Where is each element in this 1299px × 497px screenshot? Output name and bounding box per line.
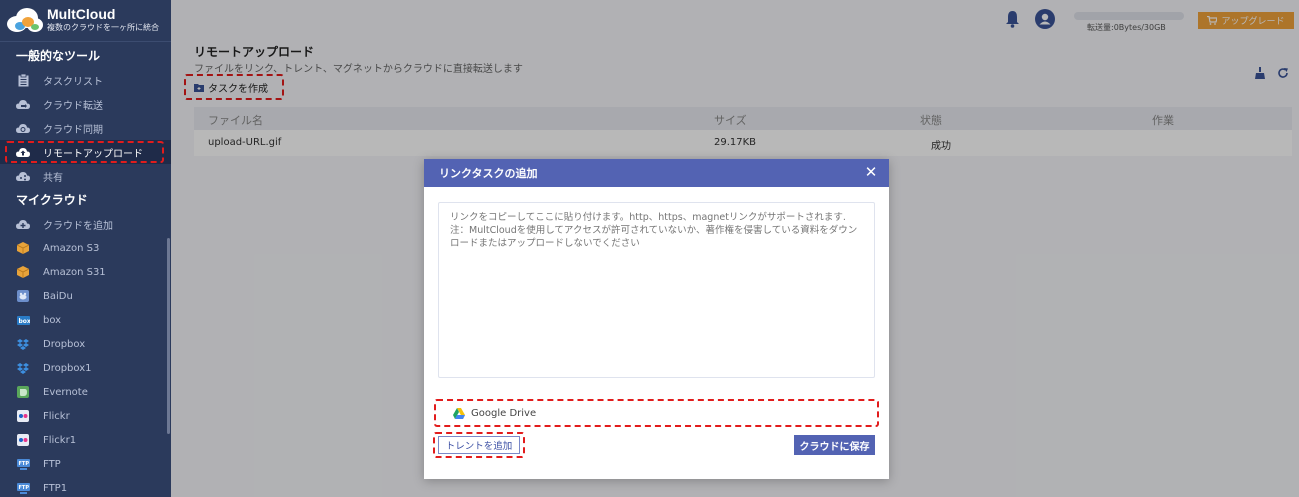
baidu-icon: [16, 289, 30, 303]
cloud-add-icon: [16, 217, 30, 231]
destination-cloud-select[interactable]: Google Drive: [434, 399, 879, 427]
sidebar-item-flickr[interactable]: Flickr: [0, 404, 171, 428]
cloud-transfer-icon: [16, 97, 30, 111]
sidebar-item-label: タスクリスト: [43, 76, 103, 88]
ftp-icon: FTP: [16, 457, 30, 471]
close-icon[interactable]: ✕: [863, 165, 879, 181]
add-link-task-dialog: リンクタスクの追加 ✕ Google Drive トレントを追加 クラウドに保存: [424, 159, 889, 479]
sidebar-item-baidu[interactable]: BaiDu: [0, 284, 171, 308]
sidebar-item-label: FTP1: [43, 482, 68, 494]
sidebar-item-box[interactable]: box box: [0, 308, 171, 332]
sidebar-item-amazon-s3[interactable]: Amazon S3: [0, 236, 171, 260]
app-tagline: 複数のクラウドを一ヶ所に統合: [47, 23, 159, 32]
sidebar-item-label: Dropbox: [43, 338, 86, 350]
sidebar-item-label: Evernote: [43, 386, 88, 398]
logo[interactable]: MultCloud 複数のクラウドを一ヶ所に統合: [0, 0, 171, 40]
cloud-share-icon: [16, 169, 30, 183]
sidebar-item-label: BaiDu: [43, 290, 73, 302]
section-general-tools: 一般的なツール: [16, 49, 101, 63]
sidebar-item-share[interactable]: 共有: [0, 164, 171, 188]
app-name: MultCloud: [47, 6, 116, 22]
sidebar-item-evernote[interactable]: Evernote: [0, 380, 171, 404]
sidebar-item-amazon-s31[interactable]: Amazon S31: [0, 260, 171, 284]
sidebar-item-label: クラウド転送: [43, 100, 103, 112]
cloud-sync-icon: [16, 121, 30, 135]
sidebar-divider: [0, 41, 171, 42]
sidebar-item-label: box: [43, 314, 62, 326]
evernote-icon: [16, 385, 30, 399]
section-my-clouds: マイクラウド: [16, 193, 88, 207]
sidebar-item-label: FTP: [43, 458, 61, 470]
sidebar-item-label: Flickr: [43, 410, 70, 422]
sidebar-item-label: クラウドを追加: [43, 220, 113, 232]
sidebar-item-task-list[interactable]: タスクリスト: [0, 68, 171, 92]
sidebar-item-remote-upload[interactable]: リモートアップロード: [0, 140, 171, 164]
svg-text:FTP: FTP: [18, 461, 29, 467]
destination-label: Google Drive: [471, 407, 537, 419]
clipboard-icon: [16, 73, 30, 87]
flickr-icon: [16, 433, 30, 447]
sidebar-item-ftp[interactable]: FTP FTP: [0, 452, 171, 476]
dropbox-icon: [16, 337, 30, 351]
amazon-s3-icon: [16, 265, 30, 279]
svg-text:FTP: FTP: [18, 485, 29, 491]
sidebar-item-label: Amazon S31: [43, 266, 106, 278]
highlight-box: [5, 141, 164, 163]
google-drive-icon: [453, 407, 465, 419]
sidebar-item-label: Flickr1: [43, 434, 77, 446]
svg-text:box: box: [18, 318, 30, 325]
add-torrent-button[interactable]: トレントを追加: [438, 436, 520, 454]
dropbox-icon: [16, 361, 30, 375]
ftp-icon: FTP: [16, 481, 30, 495]
save-to-cloud-button[interactable]: クラウドに保存: [794, 435, 875, 455]
sidebar: MultCloud 複数のクラウドを一ヶ所に統合 一般的なツール タスクリスト …: [0, 0, 171, 497]
sidebar-item-label: 共有: [43, 172, 63, 184]
dialog-title: リンクタスクの追加: [439, 167, 538, 180]
sidebar-item-cloud-transfer[interactable]: クラウド転送: [0, 92, 171, 116]
sidebar-item-dropbox[interactable]: Dropbox: [0, 332, 171, 356]
multcloud-logo-icon: [7, 8, 43, 32]
dialog-header: リンクタスクの追加 ✕: [424, 159, 889, 187]
sidebar-scrollbar[interactable]: [167, 238, 170, 434]
box-icon: box: [16, 313, 30, 327]
sidebar-item-ftp1[interactable]: FTP FTP1: [0, 476, 171, 497]
sidebar-item-add-cloud[interactable]: クラウドを追加: [0, 212, 171, 236]
amazon-s3-icon: [16, 241, 30, 255]
flickr-icon: [16, 409, 30, 423]
sidebar-item-label: Amazon S3: [43, 242, 100, 254]
link-input[interactable]: [438, 202, 875, 378]
sidebar-item-cloud-sync[interactable]: クラウド同期: [0, 116, 171, 140]
sidebar-item-label: Dropbox1: [43, 362, 92, 374]
sidebar-item-flickr1[interactable]: Flickr1: [0, 428, 171, 452]
sidebar-item-dropbox1[interactable]: Dropbox1: [0, 356, 171, 380]
highlight-box: トレントを追加: [433, 432, 525, 458]
sidebar-item-label: クラウド同期: [43, 124, 103, 136]
